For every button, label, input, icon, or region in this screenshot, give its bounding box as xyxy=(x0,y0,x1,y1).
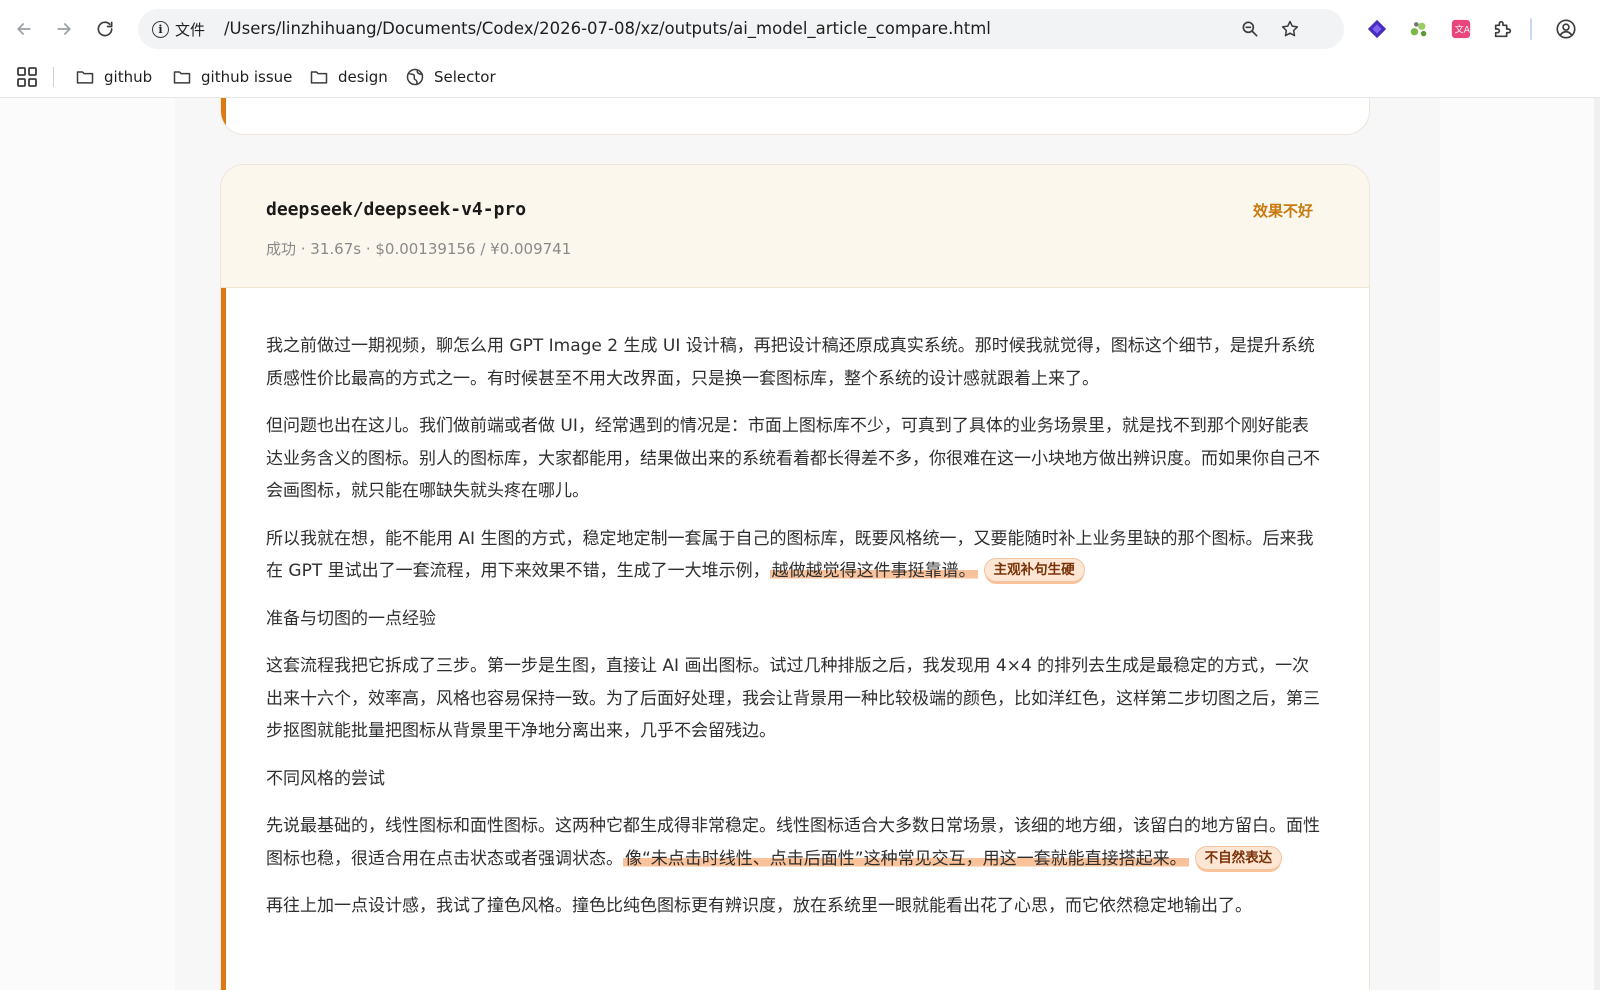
browser-toolbar: i 文件 /Users/linzhihuang/Documents/Codex/… xyxy=(0,0,1600,58)
arrow-right-icon xyxy=(57,23,71,35)
model-name: deepseek/deepseek-v4-pro xyxy=(266,199,527,220)
card-header: deepseek/deepseek-v4-pro 成功 · 31.67s · $… xyxy=(221,165,1369,288)
paragraph: 这套流程我把它拆成了三步。第一步是生图，直接让 AI 画出图标。试过几种排版之后… xyxy=(266,656,1320,741)
previous-result-card xyxy=(220,98,1370,135)
paragraph: 但问题也出在这儿。我们做前端或者做 UI，经常遇到的情况是：市面上图标库不少，可… xyxy=(266,416,1320,501)
bookmark-github-issue[interactable]: github issue xyxy=(172,62,292,92)
paragraph: 我之前做过一期视频，聊怎么用 GPT Image 2 生成 UI 设计稿，再把设… xyxy=(266,336,1315,389)
reload-icon xyxy=(97,21,113,37)
forward-button[interactable] xyxy=(49,14,79,44)
profile-icon xyxy=(1556,19,1576,39)
bookmark-star-button[interactable] xyxy=(1278,17,1302,41)
site-info-label: 文件 xyxy=(175,20,206,39)
bookmark-label: github xyxy=(104,68,153,86)
url-text[interactable]: /Users/linzhihuang/Documents/Codex/2026-… xyxy=(224,9,991,49)
result-card: deepseek/deepseek-v4-pro 成功 · 31.67s · $… xyxy=(220,164,1370,990)
toolbar-divider xyxy=(1530,18,1532,40)
site-info-button[interactable]: i 文件 xyxy=(152,9,205,49)
bookmarks-bar: github github issue design Selector xyxy=(0,58,1600,98)
extension-molecule-button[interactable] xyxy=(1407,17,1431,41)
back-button[interactable] xyxy=(9,14,39,44)
highlighted-sentence[interactable]: 像“未点击时线性、点击后面性”这种常见交互，用这一套就能直接搭起来。 xyxy=(623,848,1189,869)
grid-icon xyxy=(17,67,37,87)
article-body: 我之前做过一期视频，聊怎么用 GPT Image 2 生成 UI 设计稿，再把设… xyxy=(221,288,1369,990)
arrow-left-icon xyxy=(17,23,31,35)
scrollbar-track[interactable] xyxy=(1594,98,1600,990)
reload-button[interactable] xyxy=(90,14,120,44)
section-heading: 准备与切图的一点经验 xyxy=(266,608,436,629)
section-heading: 不同风格的尝试 xyxy=(266,768,385,789)
bookmark-github[interactable]: github xyxy=(75,62,152,92)
paragraph: 所以我就在想，能不能用 AI 生图的方式，稳定地定制一套属于自己的图标库，既要风… xyxy=(266,523,1324,588)
star-icon xyxy=(1281,20,1299,37)
apps-grid-button[interactable] xyxy=(16,66,38,88)
puzzle-icon xyxy=(1494,20,1512,38)
folder-icon xyxy=(173,71,191,84)
extension-translate-button[interactable]: 文A xyxy=(1449,17,1473,41)
paragraph: 先说最基础的，线性图标和面性图标。这两种它都生成得非常稳定。线性图标适合大多数日… xyxy=(266,810,1324,875)
globe-icon xyxy=(406,68,424,86)
verdict-label: 效果不好 xyxy=(1252,202,1313,220)
extension-diamond-button[interactable] xyxy=(1365,17,1389,41)
molecule-icon xyxy=(1410,22,1427,37)
magnifier-icon xyxy=(1242,21,1258,37)
diamond-icon xyxy=(1367,19,1387,39)
issue-tag: 不自然表达 xyxy=(1194,845,1283,870)
translate-icon: 文A xyxy=(1451,19,1471,39)
highlighted-sentence[interactable]: 越做越觉得这件事挺靠谱。 xyxy=(769,561,978,581)
bookmark-label: design xyxy=(338,68,388,86)
paragraph: 再往上加一点设计感，我试了撞色风格。撞色比纯色图标更有辨识度，放在系统里一眼就能… xyxy=(266,896,1252,916)
bookmark-label: github issue xyxy=(201,68,293,86)
profile-button[interactable] xyxy=(1554,17,1578,41)
bookmarks-divider xyxy=(53,67,54,87)
svg-text:文A: 文A xyxy=(1455,24,1471,36)
result-meta: 成功 · 31.67s · $0.00139156 / ¥0.009741 xyxy=(266,240,572,258)
issue-tag: 主观补句生硬 xyxy=(983,558,1085,582)
bookmark-selector[interactable]: Selector xyxy=(405,62,496,92)
info-icon: i xyxy=(152,20,169,38)
folder-icon xyxy=(310,71,328,84)
article-content: 我之前做过一期视频，聊怎么用 GPT Image 2 生成 UI 设计稿，再把设… xyxy=(266,330,1324,938)
extensions-menu-button[interactable] xyxy=(1491,17,1515,41)
bookmark-design[interactable]: design xyxy=(309,62,388,92)
zoom-button[interactable] xyxy=(1238,17,1262,41)
page-viewport: deepseek/deepseek-v4-pro 成功 · 31.67s · $… xyxy=(0,98,1600,990)
folder-icon xyxy=(76,71,94,84)
address-bar[interactable]: i 文件 /Users/linzhihuang/Documents/Codex/… xyxy=(138,9,1344,49)
accent-bar xyxy=(221,98,226,134)
bookmark-label: Selector xyxy=(434,68,496,86)
